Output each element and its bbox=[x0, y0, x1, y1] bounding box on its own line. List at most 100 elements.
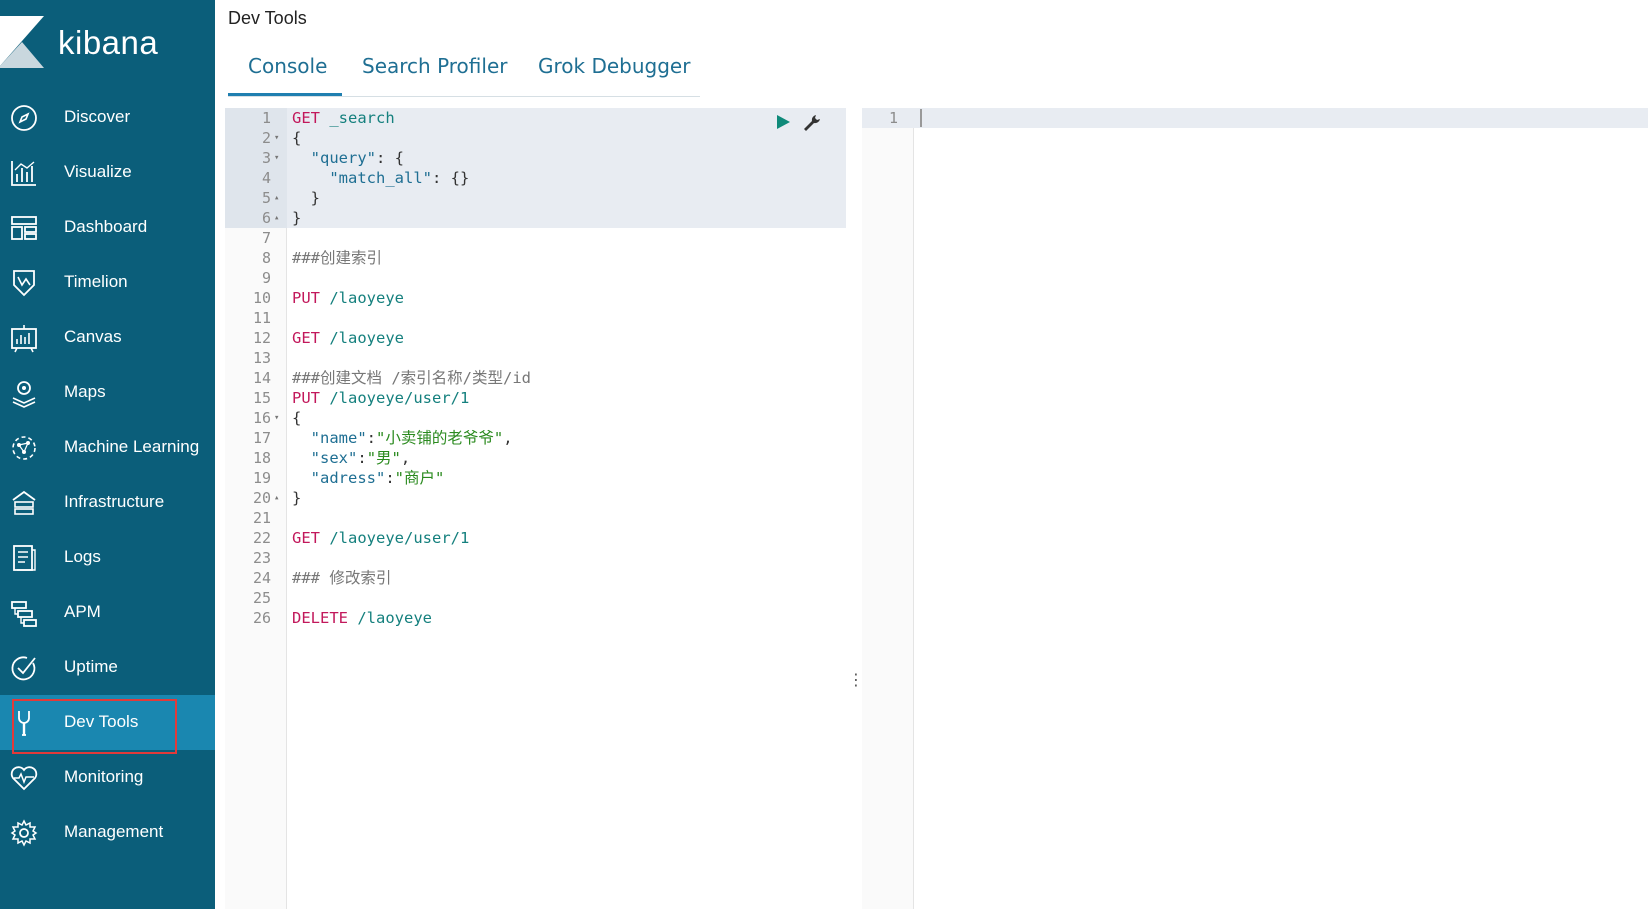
sidebar-item-label: Visualize bbox=[64, 162, 132, 181]
line-number: 5 bbox=[261, 189, 271, 207]
dashboard-icon bbox=[9, 213, 39, 243]
code-line: 25 bbox=[225, 588, 846, 608]
line-number: 11 bbox=[252, 309, 271, 327]
line-number: 13 bbox=[252, 349, 271, 367]
tab-console[interactable]: Console bbox=[248, 54, 327, 78]
code-text: ###创建索引 bbox=[292, 249, 382, 267]
code-text: "query": { bbox=[310, 149, 404, 167]
sidebar-item-dashboard[interactable]: Dashboard bbox=[0, 200, 215, 255]
fold-toggle-icon[interactable]: ▾ bbox=[274, 128, 279, 148]
sidebar-item-label: Monitoring bbox=[64, 767, 144, 786]
code-text: ### 修改索引 bbox=[292, 569, 392, 587]
code-line: 23 bbox=[225, 548, 846, 568]
sidebar-item-monitoring[interactable]: Monitoring bbox=[0, 750, 215, 805]
line-number: 20 bbox=[252, 489, 271, 507]
line-number: 17 bbox=[252, 429, 271, 447]
sidebar-item-uptime[interactable]: Uptime bbox=[0, 640, 215, 695]
code-line: 9 bbox=[225, 268, 846, 288]
sidebar-item-label: Discover bbox=[64, 107, 131, 126]
pane-resizer-handle[interactable]: ⋮ bbox=[848, 670, 864, 690]
code-line: 24 ### 修改索引 bbox=[225, 568, 846, 588]
line-number: 22 bbox=[252, 529, 271, 547]
code-text: { bbox=[292, 409, 302, 427]
sidebar-item-machine-learning[interactable]: Machine Learning bbox=[0, 420, 215, 475]
line-number: 9 bbox=[261, 269, 271, 287]
maps-icon bbox=[9, 378, 39, 408]
chart-icon bbox=[9, 158, 39, 188]
code-line: 15 PUT /laoyeye/user/1 bbox=[225, 388, 846, 408]
gear-icon bbox=[9, 818, 39, 848]
brand-name: kibana bbox=[58, 24, 159, 61]
sidebar-item-apm[interactable]: APM bbox=[0, 585, 215, 640]
sidebar-item-management[interactable]: Management bbox=[0, 805, 215, 860]
sidebar-item-label: Dashboard bbox=[64, 217, 148, 236]
code-text: PUT /laoyeye/user/1 bbox=[292, 389, 470, 407]
line-number: 24 bbox=[252, 569, 271, 587]
code-text: } bbox=[292, 489, 302, 507]
line-number: 15 bbox=[252, 389, 271, 407]
line-number: 2 bbox=[261, 129, 271, 147]
output-active-line bbox=[862, 108, 1648, 128]
sidebar-item-label: Canvas bbox=[64, 327, 122, 346]
line-number: 23 bbox=[252, 549, 271, 567]
play-icon bbox=[777, 115, 790, 129]
fold-toggle-icon[interactable]: ▾ bbox=[274, 408, 279, 428]
code-line: 16 ▾ { bbox=[225, 408, 846, 428]
request-settings-button[interactable] bbox=[801, 112, 823, 134]
sidebar-item-label: APM bbox=[64, 602, 101, 621]
code-line: 18 "sex":"男", bbox=[225, 448, 846, 468]
code-line: 2 ▾ { bbox=[225, 128, 846, 148]
code-line: 12 GET /laoyeye bbox=[225, 328, 846, 348]
sidebar-item-discover[interactable]: Discover bbox=[0, 90, 215, 145]
canvas-icon bbox=[9, 323, 39, 353]
sidebar-item-dev-tools[interactable]: Dev Tools bbox=[0, 695, 215, 754]
fold-toggle-icon[interactable]: ▾ bbox=[274, 148, 279, 168]
sidebar-item-visualize[interactable]: Visualize bbox=[0, 145, 215, 200]
kibana-logo[interactable]: kibana bbox=[0, 16, 215, 74]
line-number: 26 bbox=[252, 609, 271, 627]
sidebar-item-logs[interactable]: Logs bbox=[0, 530, 215, 585]
code-line: 21 bbox=[225, 508, 846, 528]
send-request-button[interactable] bbox=[773, 112, 793, 132]
fold-toggle-icon[interactable]: ▴ bbox=[274, 208, 279, 228]
fold-toggle-icon[interactable]: ▴ bbox=[274, 488, 279, 508]
code-text: GET _search bbox=[292, 109, 395, 127]
sidebar-item-label: Machine Learning bbox=[64, 437, 200, 456]
code-text: DELETE /laoyeye bbox=[292, 609, 432, 627]
response-output[interactable]: 1 bbox=[862, 108, 1648, 909]
sidebar-item-label: Management bbox=[64, 822, 164, 841]
sidebar-item-infrastructure[interactable]: Infrastructure bbox=[0, 475, 215, 530]
code-line: 5 ▴ } bbox=[225, 188, 846, 208]
sidebar-nav: Discover Visualize Dashboard Timelion Ca… bbox=[0, 90, 215, 860]
code-line: 20 ▴} bbox=[225, 488, 846, 508]
machine-learning-icon bbox=[9, 433, 39, 463]
code-line: 6 ▴} bbox=[225, 208, 846, 228]
line-number: 12 bbox=[252, 329, 271, 347]
tab-grok-debugger[interactable]: Grok Debugger bbox=[538, 54, 690, 78]
tab-search-profiler[interactable]: Search Profiler bbox=[362, 54, 507, 78]
code-line: 7 bbox=[225, 228, 846, 248]
sidebar-item-timelion[interactable]: Timelion bbox=[0, 255, 215, 310]
code-line: 13 bbox=[225, 348, 846, 368]
console-editor[interactable]: 1 GET _search 2 ▾{3 ▾ "query": {4 "match_all… bbox=[225, 108, 846, 909]
code-line: 26 DELETE /laoyeye bbox=[225, 608, 846, 628]
fold-toggle-icon[interactable]: ▴ bbox=[274, 188, 279, 208]
apm-icon bbox=[9, 598, 39, 628]
sidebar-item-label: Timelion bbox=[64, 272, 128, 291]
code-line: 4 "match_all": {} bbox=[225, 168, 846, 188]
sidebar-item-maps[interactable]: Maps bbox=[0, 365, 215, 420]
wrench-icon bbox=[804, 115, 820, 131]
output-gutter bbox=[862, 108, 914, 909]
code-text: "name":"小卖铺的老爷爷", bbox=[310, 429, 513, 447]
sidebar-item-canvas[interactable]: Canvas bbox=[0, 310, 215, 365]
code-text: { bbox=[292, 129, 302, 147]
code-line: 17 "name":"小卖铺的老爷爷", bbox=[225, 428, 846, 448]
code-text: } bbox=[292, 209, 302, 227]
line-number: 25 bbox=[252, 589, 271, 607]
code-line: 11 bbox=[225, 308, 846, 328]
infrastructure-icon bbox=[9, 488, 39, 518]
code-line: 3 ▾ "query": { bbox=[225, 148, 846, 168]
code-text: GET /laoyeye bbox=[292, 329, 404, 347]
code-text: "match_all": {} bbox=[329, 169, 470, 187]
line-number: 21 bbox=[252, 509, 271, 527]
